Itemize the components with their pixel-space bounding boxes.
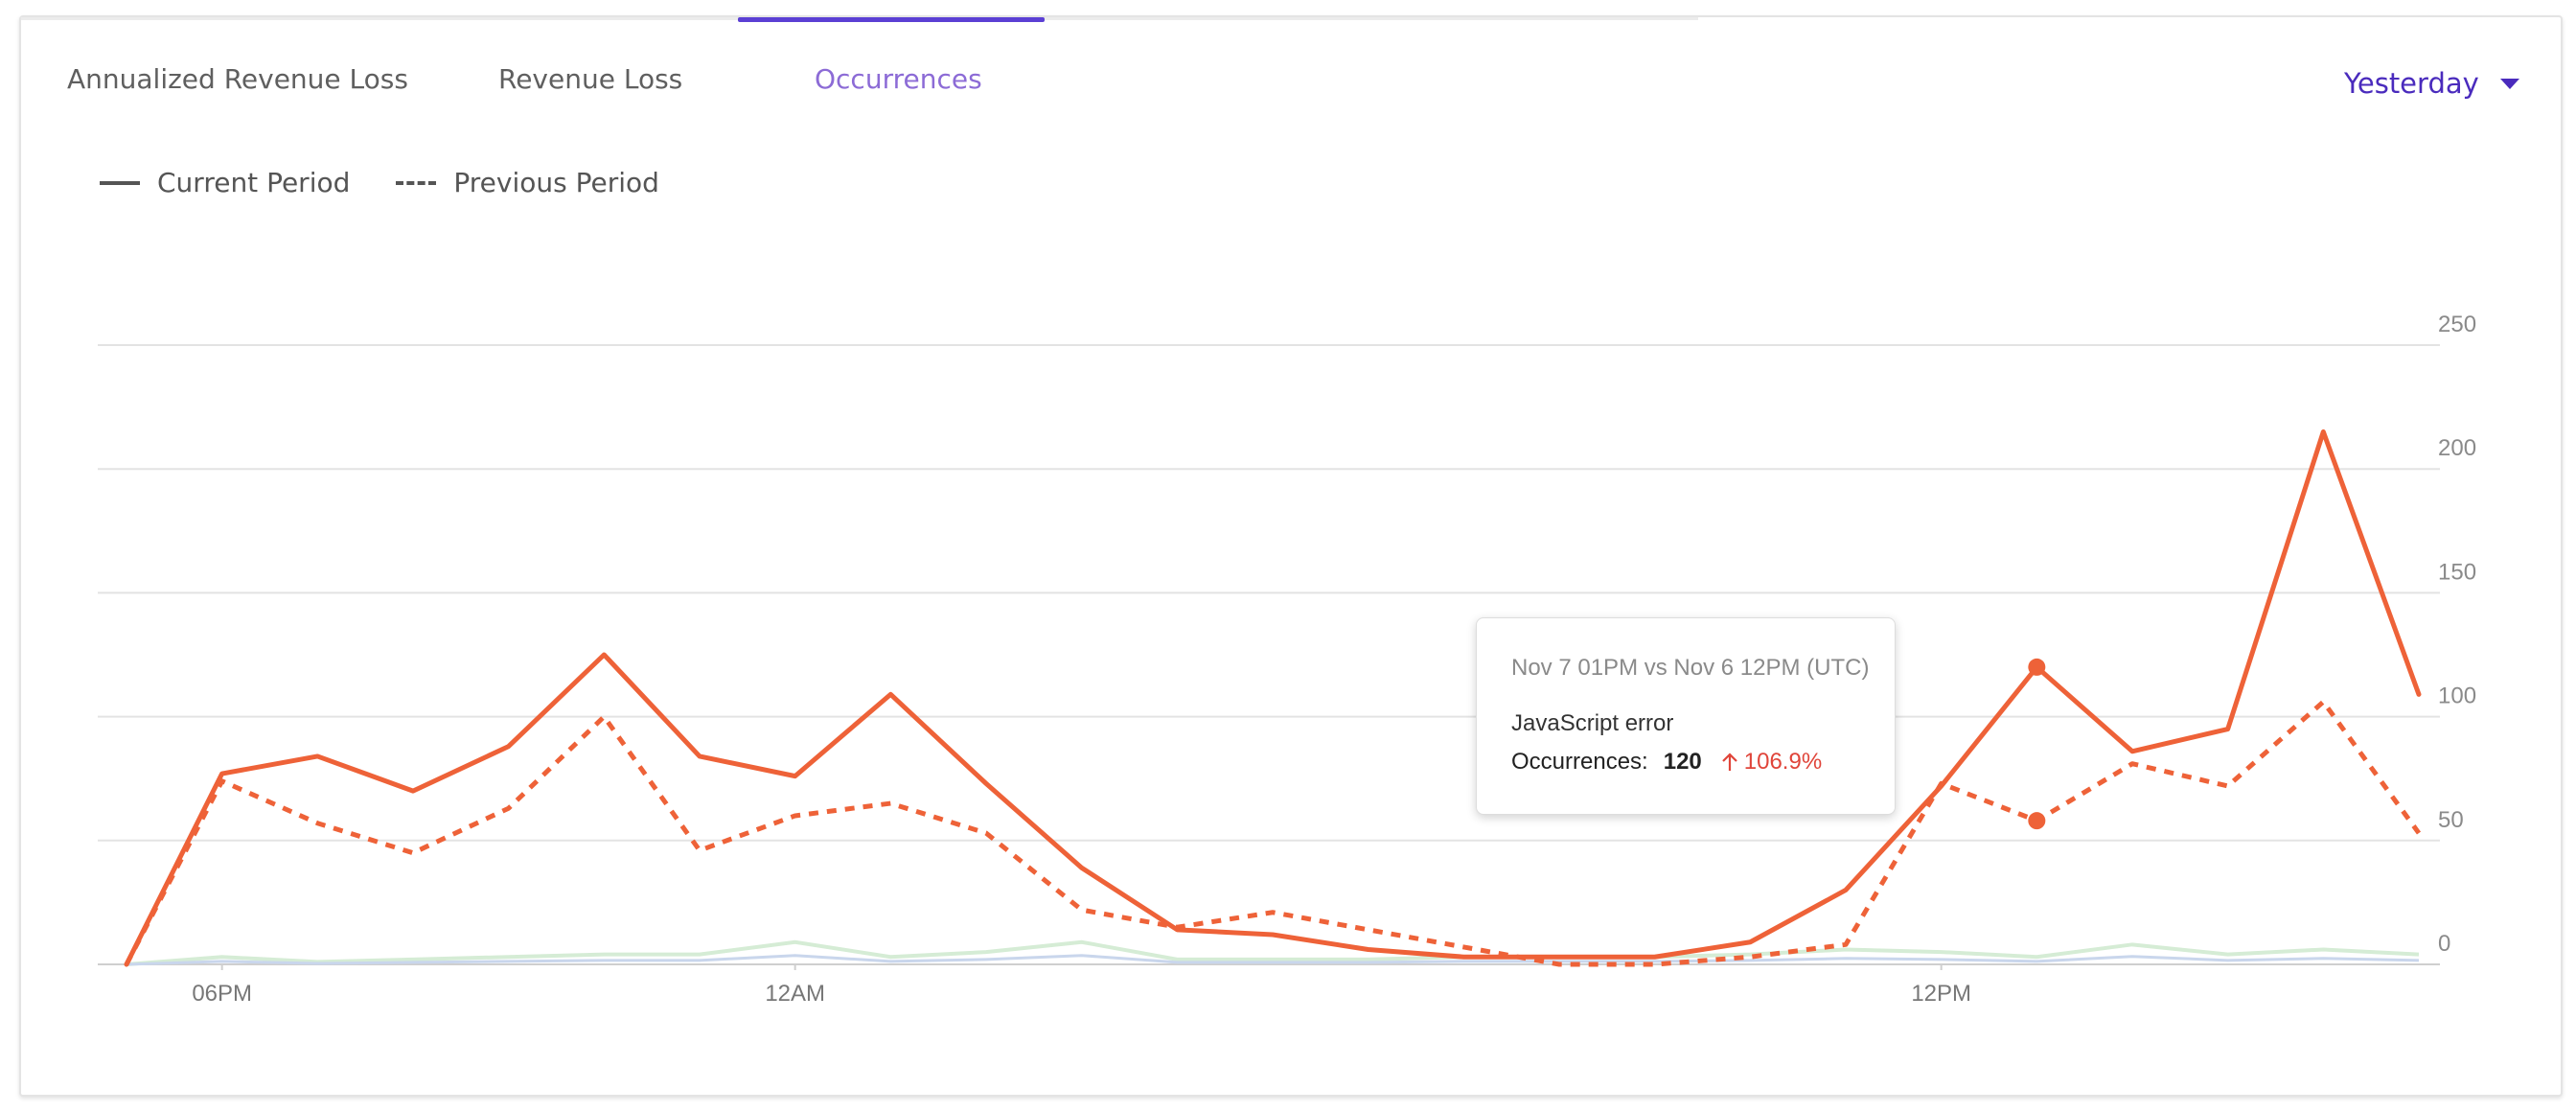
- tooltip-change-value: 106.9%: [1743, 749, 1823, 775]
- occurrences-line-chart[interactable]: 0 50 100 150 200 250 06PM 12AM 12PM: [21, 17, 2561, 1095]
- tooltip-metric-value: 120: [1663, 749, 1702, 775]
- tooltip-header: Nov 7 01PM vs Nov 6 12PM (UTC): [1511, 655, 1870, 681]
- tooltip-metric-row: Occurrences: 120 106.9%: [1511, 749, 1895, 776]
- arrow-up-icon: [1721, 753, 1737, 771]
- previous-period-highlight-point: [2028, 812, 2046, 830]
- current-period-highlight-point: [2028, 658, 2046, 676]
- chart-card: Annualized Revenue Loss Revenue Loss Occ…: [19, 15, 2563, 1097]
- tooltip-series: JavaScript error: [1511, 710, 1674, 736]
- x-tick-label: 12PM: [1911, 981, 1971, 1007]
- x-tick-label: 06PM: [192, 981, 252, 1007]
- tooltip-metric-label: Occurrences:: [1511, 749, 1648, 775]
- y-tick-label: 200: [2438, 435, 2476, 461]
- y-tick-label: 150: [2438, 559, 2476, 585]
- chart-tooltip: Nov 7 01PM vs Nov 6 12PM (UTC) JavaScrip…: [1476, 617, 1896, 815]
- current-period-line: [124, 429, 2422, 967]
- previous-period-line: [124, 699, 2422, 967]
- y-tick-label: 50: [2438, 807, 2464, 833]
- y-tick-label: 250: [2438, 312, 2476, 337]
- x-tick-label: 12AM: [765, 981, 825, 1007]
- y-tick-label: 100: [2438, 683, 2476, 709]
- tooltip-change: 106.9%: [1721, 749, 1822, 776]
- y-tick-label: 0: [2438, 931, 2450, 957]
